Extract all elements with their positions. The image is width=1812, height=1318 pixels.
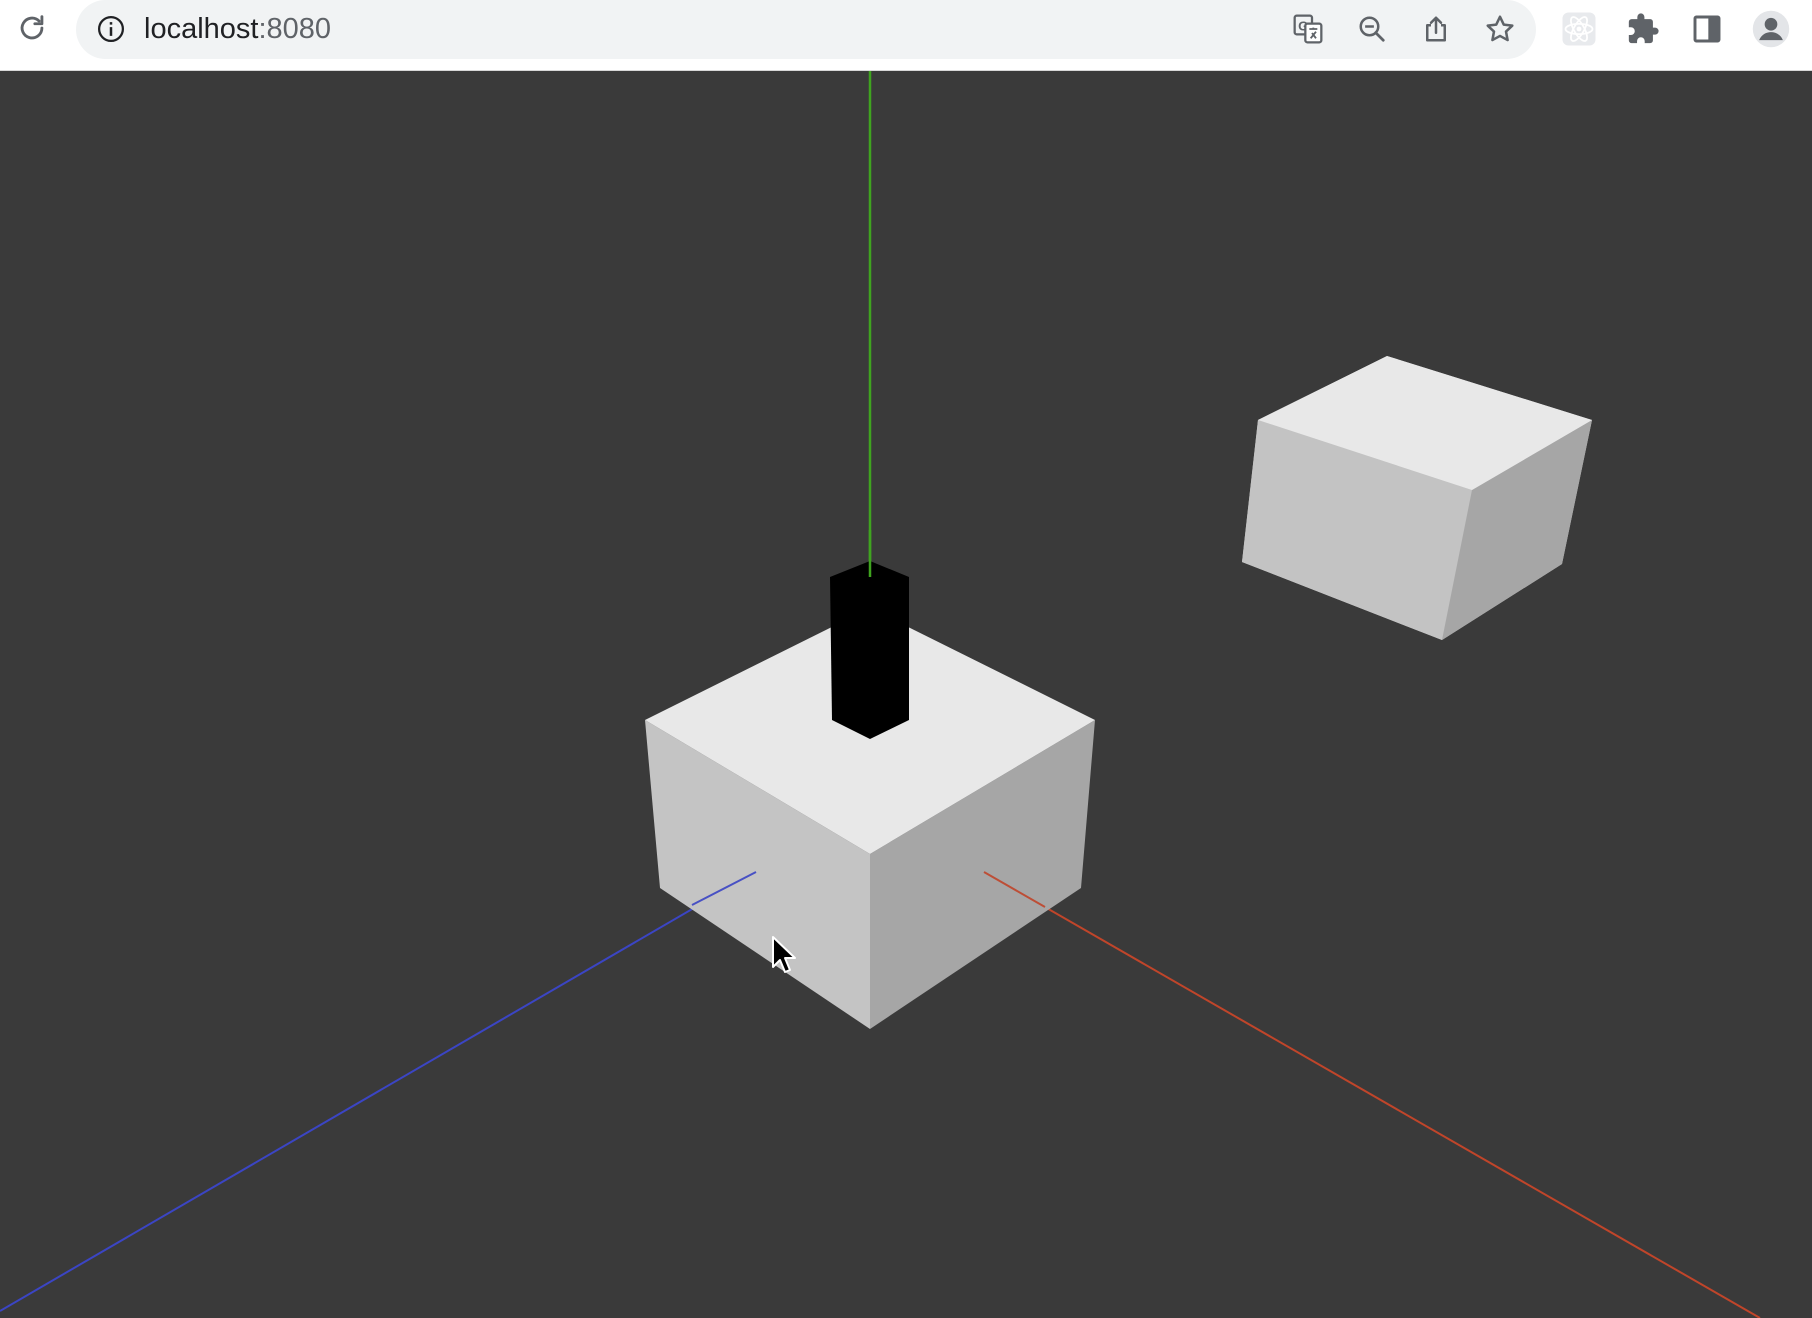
url-host: localhost [144,13,259,45]
black-pillar[interactable] [830,561,909,739]
side-panel-icon[interactable] [1688,10,1726,48]
three-d-viewport[interactable] [0,71,1812,1318]
profile-icon[interactable] [1752,10,1790,48]
scene-canvas[interactable] [0,71,1812,1318]
address-bar[interactable]: localhost:8080 G [76,0,1536,59]
browser-toolbar: localhost:8080 G [0,0,1812,71]
react-icon[interactable] [1560,10,1598,48]
reload-icon [20,15,44,40]
url-text[interactable]: localhost:8080 [144,11,331,47]
url-port: :8080 [258,13,332,45]
translate-icon[interactable]: G [1290,11,1326,47]
zoom-out-icon[interactable] [1354,11,1390,47]
puzzle-icon[interactable] [1624,10,1662,48]
star-icon[interactable] [1482,11,1518,47]
reload-button[interactable] [14,10,50,46]
info-icon[interactable] [96,14,126,44]
share-icon[interactable] [1418,11,1454,47]
